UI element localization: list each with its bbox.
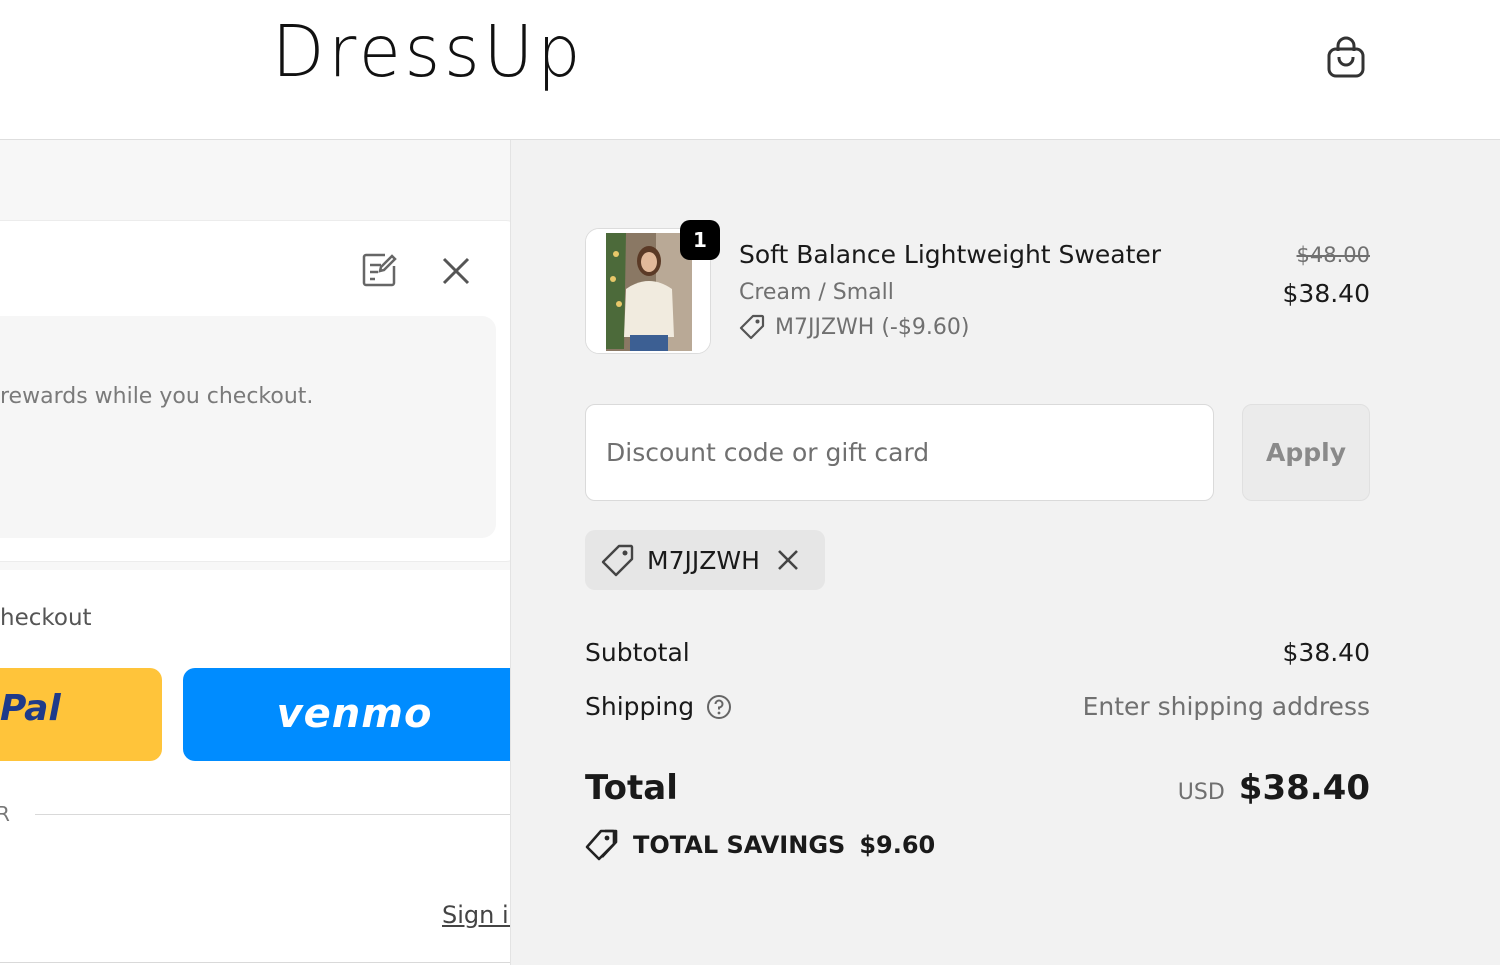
section-divider <box>0 962 526 963</box>
or-divider <box>35 814 526 815</box>
site-header: DressUp <box>0 0 1500 140</box>
original-price: $48.00 <box>1296 243 1370 267</box>
paypal-logo: Pal <box>0 688 61 729</box>
apply-discount-button[interactable]: Apply <box>1242 404 1370 501</box>
help-icon[interactable] <box>706 694 732 720</box>
total-amount: $38.40 <box>1238 768 1370 808</box>
total-savings-amount: $9.60 <box>859 831 936 859</box>
savings-tag-icon <box>585 829 618 861</box>
shipping-label: Shipping <box>585 692 695 721</box>
rewards-card: rewards while you checkout. <box>0 220 520 562</box>
shipping-value: Enter shipping address <box>1082 692 1370 721</box>
remove-discount-icon[interactable] <box>774 546 802 574</box>
edit-icon[interactable] <box>360 251 398 289</box>
express-checkout-label: heckout <box>0 605 92 631</box>
paypal-button[interactable]: Pal <box>0 668 162 761</box>
product-variant: Cream / Small <box>739 280 894 305</box>
rewards-message-box: rewards while you checkout. <box>0 316 496 538</box>
shipping-row-label: Shipping <box>585 692 732 721</box>
store-logo[interactable]: DressUp <box>272 6 584 101</box>
total-label: Total <box>585 768 678 808</box>
product-discount-text: M7JJZWH (-$9.60) <box>775 314 970 340</box>
subtotal-label: Subtotal <box>585 638 690 667</box>
total-value: USD $38.40 <box>1178 768 1370 808</box>
shopping-bag-icon[interactable] <box>1322 34 1370 82</box>
total-savings-label: TOTAL SAVINGS <box>633 831 846 859</box>
applied-discount-code: M7JJZWH <box>647 545 760 575</box>
rewards-text: rewards while you checkout. <box>0 384 314 409</box>
item-price: $38.40 <box>1282 279 1370 308</box>
total-currency: USD <box>1177 780 1225 805</box>
tag-icon <box>601 544 634 577</box>
product-name: Soft Balance Lightweight Sweater <box>739 240 1162 269</box>
venmo-button[interactable]: venmo <box>183 668 526 761</box>
subtotal-value: $38.40 <box>1282 638 1370 667</box>
or-divider-label: R <box>0 802 10 826</box>
tag-icon <box>739 314 765 340</box>
discount-code-input[interactable] <box>585 404 1214 501</box>
product-discount: M7JJZWH (-$9.60) <box>739 314 969 340</box>
total-savings: TOTAL SAVINGS $9.60 <box>585 828 935 862</box>
close-icon[interactable] <box>438 253 474 289</box>
venmo-logo: venmo <box>276 691 433 737</box>
applied-discount-chip: M7JJZWH <box>585 530 825 590</box>
quantity-badge: 1 <box>680 220 720 260</box>
